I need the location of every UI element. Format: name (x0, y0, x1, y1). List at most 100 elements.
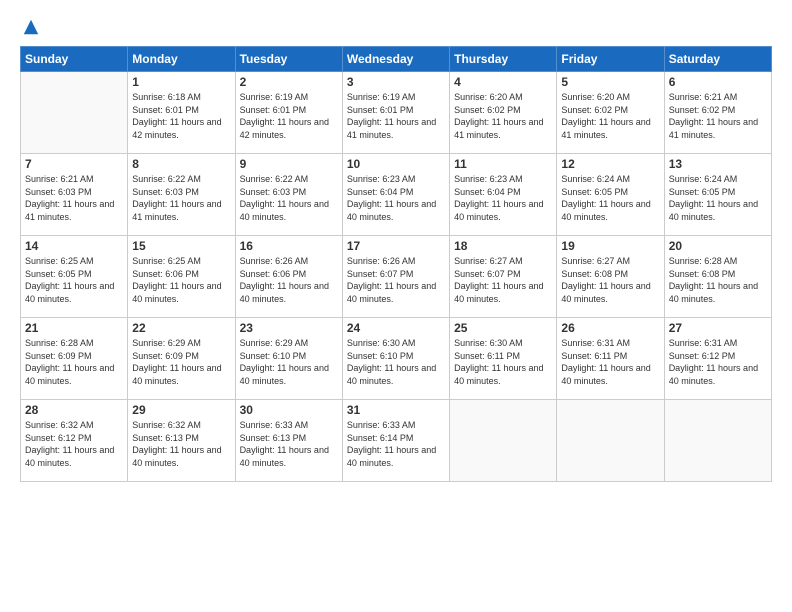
calendar-cell: 12 Sunrise: 6:24 AMSunset: 6:05 PMDayligh… (557, 154, 664, 236)
day-number: 13 (669, 157, 767, 171)
day-number: 30 (240, 403, 338, 417)
page: SundayMondayTuesdayWednesdayThursdayFrid… (0, 0, 792, 612)
day-number: 7 (25, 157, 123, 171)
calendar-cell: 19 Sunrise: 6:27 AMSunset: 6:08 PMDayligh… (557, 236, 664, 318)
calendar-cell: 24 Sunrise: 6:30 AMSunset: 6:10 PMDayligh… (342, 318, 449, 400)
calendar-cell: 18 Sunrise: 6:27 AMSunset: 6:07 PMDayligh… (450, 236, 557, 318)
calendar-cell: 2 Sunrise: 6:19 AMSunset: 6:01 PMDaylight… (235, 72, 342, 154)
day-number: 6 (669, 75, 767, 89)
calendar-cell: 17 Sunrise: 6:26 AMSunset: 6:07 PMDayligh… (342, 236, 449, 318)
day-number: 16 (240, 239, 338, 253)
calendar-cell: 4 Sunrise: 6:20 AMSunset: 6:02 PMDaylight… (450, 72, 557, 154)
day-info: Sunrise: 6:30 AMSunset: 6:11 PMDaylight:… (454, 337, 552, 387)
day-info: Sunrise: 6:27 AMSunset: 6:08 PMDaylight:… (561, 255, 659, 305)
calendar-cell: 11Sunrise: 6:23 AMSunset: 6:04 PMDayligh… (450, 154, 557, 236)
calendar-cell: 8 Sunrise: 6:22 AMSunset: 6:03 PMDaylight… (128, 154, 235, 236)
calendar-cell (450, 400, 557, 482)
day-info: Sunrise: 6:33 AMSunset: 6:14 PMDaylight:… (347, 419, 445, 469)
day-info: Sunrise: 6:21 AMSunset: 6:03 PMDaylight:… (25, 173, 123, 223)
day-info: Sunrise: 6:25 AMSunset: 6:05 PMDaylight:… (25, 255, 123, 305)
day-number: 21 (25, 321, 123, 335)
day-info: Sunrise: 6:22 AMSunset: 6:03 PMDaylight:… (240, 173, 338, 223)
day-number: 19 (561, 239, 659, 253)
day-info: Sunrise: 6:29 AMSunset: 6:09 PMDaylight:… (132, 337, 230, 387)
logo-icon (22, 18, 40, 36)
day-number: 28 (25, 403, 123, 417)
day-info: Sunrise: 6:28 AMSunset: 6:08 PMDaylight:… (669, 255, 767, 305)
day-info: Sunrise: 6:30 AMSunset: 6:10 PMDaylight:… (347, 337, 445, 387)
day-number: 2 (240, 75, 338, 89)
calendar-cell: 6 Sunrise: 6:21 AMSunset: 6:02 PMDaylight… (664, 72, 771, 154)
day-number: 9 (240, 157, 338, 171)
day-info: Sunrise: 6:24 AMSunset: 6:05 PMDaylight:… (669, 173, 767, 223)
calendar-table: SundayMondayTuesdayWednesdayThursdayFrid… (20, 46, 772, 482)
calendar-cell: 14 Sunrise: 6:25 AMSunset: 6:05 PMDayligh… (21, 236, 128, 318)
day-info: Sunrise: 6:26 AMSunset: 6:06 PMDaylight:… (240, 255, 338, 305)
weekday-header-tuesday: Tuesday (235, 47, 342, 72)
calendar-cell (21, 72, 128, 154)
day-number: 14 (25, 239, 123, 253)
calendar-cell: 25 Sunrise: 6:30 AMSunset: 6:11 PMDayligh… (450, 318, 557, 400)
calendar-cell: 3 Sunrise: 6:19 AMSunset: 6:01 PMDaylight… (342, 72, 449, 154)
weekday-header-sunday: Sunday (21, 47, 128, 72)
day-number: 3 (347, 75, 445, 89)
day-number: 24 (347, 321, 445, 335)
day-number: 27 (669, 321, 767, 335)
calendar-cell: 5 Sunrise: 6:20 AMSunset: 6:02 PMDaylight… (557, 72, 664, 154)
day-number: 25 (454, 321, 552, 335)
day-number: 20 (669, 239, 767, 253)
day-info: Sunrise: 6:20 AMSunset: 6:02 PMDaylight:… (454, 91, 552, 141)
calendar-cell: 31 Sunrise: 6:33 AMSunset: 6:14 PMDayligh… (342, 400, 449, 482)
calendar-cell: 23Sunrise: 6:29 AMSunset: 6:10 PMDayligh… (235, 318, 342, 400)
day-number: 22 (132, 321, 230, 335)
day-number: 23 (240, 321, 338, 335)
calendar-cell: 26 Sunrise: 6:31 AMSunset: 6:11 PMDayligh… (557, 318, 664, 400)
weekday-header-thursday: Thursday (450, 47, 557, 72)
day-number: 31 (347, 403, 445, 417)
weekday-header-saturday: Saturday (664, 47, 771, 72)
day-info: Sunrise: 6:27 AMSunset: 6:07 PMDaylight:… (454, 255, 552, 305)
calendar-cell: 10Sunrise: 6:23 AMSunset: 6:04 PMDayligh… (342, 154, 449, 236)
calendar-cell: 13 Sunrise: 6:24 AMSunset: 6:05 PMDayligh… (664, 154, 771, 236)
calendar-cell (557, 400, 664, 482)
calendar-cell: 27 Sunrise: 6:31 AMSunset: 6:12 PMDayligh… (664, 318, 771, 400)
day-number: 12 (561, 157, 659, 171)
day-info: Sunrise: 6:31 AMSunset: 6:12 PMDaylight:… (669, 337, 767, 387)
day-info: Sunrise: 6:25 AMSunset: 6:06 PMDaylight:… (132, 255, 230, 305)
calendar-cell: 21 Sunrise: 6:28 AMSunset: 6:09 PMDayligh… (21, 318, 128, 400)
day-info: Sunrise: 6:22 AMSunset: 6:03 PMDaylight:… (132, 173, 230, 223)
day-info: Sunrise: 6:24 AMSunset: 6:05 PMDaylight:… (561, 173, 659, 223)
day-info: Sunrise: 6:23 AMSunset: 6:04 PMDaylight:… (454, 173, 552, 223)
day-info: Sunrise: 6:18 AMSunset: 6:01 PMDaylight:… (132, 91, 230, 141)
calendar-cell: 29 Sunrise: 6:32 AMSunset: 6:13 PMDayligh… (128, 400, 235, 482)
calendar-cell: 28 Sunrise: 6:32 AMSunset: 6:12 PMDayligh… (21, 400, 128, 482)
calendar-cell: 30 Sunrise: 6:33 AMSunset: 6:13 PMDayligh… (235, 400, 342, 482)
day-info: Sunrise: 6:33 AMSunset: 6:13 PMDaylight:… (240, 419, 338, 469)
day-number: 4 (454, 75, 552, 89)
day-number: 5 (561, 75, 659, 89)
calendar-cell: 7 Sunrise: 6:21 AMSunset: 6:03 PMDaylight… (21, 154, 128, 236)
weekday-header-monday: Monday (128, 47, 235, 72)
day-info: Sunrise: 6:32 AMSunset: 6:13 PMDaylight:… (132, 419, 230, 469)
calendar-cell: 1 Sunrise: 6:18 AMSunset: 6:01 PMDaylight… (128, 72, 235, 154)
day-info: Sunrise: 6:32 AMSunset: 6:12 PMDaylight:… (25, 419, 123, 469)
logo (20, 18, 42, 36)
day-info: Sunrise: 6:31 AMSunset: 6:11 PMDaylight:… (561, 337, 659, 387)
weekday-header-friday: Friday (557, 47, 664, 72)
day-number: 26 (561, 321, 659, 335)
calendar-cell: 9 Sunrise: 6:22 AMSunset: 6:03 PMDaylight… (235, 154, 342, 236)
day-number: 18 (454, 239, 552, 253)
day-number: 29 (132, 403, 230, 417)
day-info: Sunrise: 6:21 AMSunset: 6:02 PMDaylight:… (669, 91, 767, 141)
weekday-header-wednesday: Wednesday (342, 47, 449, 72)
day-info: Sunrise: 6:19 AMSunset: 6:01 PMDaylight:… (347, 91, 445, 141)
day-info: Sunrise: 6:19 AMSunset: 6:01 PMDaylight:… (240, 91, 338, 141)
day-info: Sunrise: 6:20 AMSunset: 6:02 PMDaylight:… (561, 91, 659, 141)
day-info: Sunrise: 6:26 AMSunset: 6:07 PMDaylight:… (347, 255, 445, 305)
day-number: 1 (132, 75, 230, 89)
day-info: Sunrise: 6:28 AMSunset: 6:09 PMDaylight:… (25, 337, 123, 387)
day-number: 17 (347, 239, 445, 253)
day-number: 8 (132, 157, 230, 171)
day-info: Sunrise: 6:23 AMSunset: 6:04 PMDaylight:… (347, 173, 445, 223)
day-number: 15 (132, 239, 230, 253)
